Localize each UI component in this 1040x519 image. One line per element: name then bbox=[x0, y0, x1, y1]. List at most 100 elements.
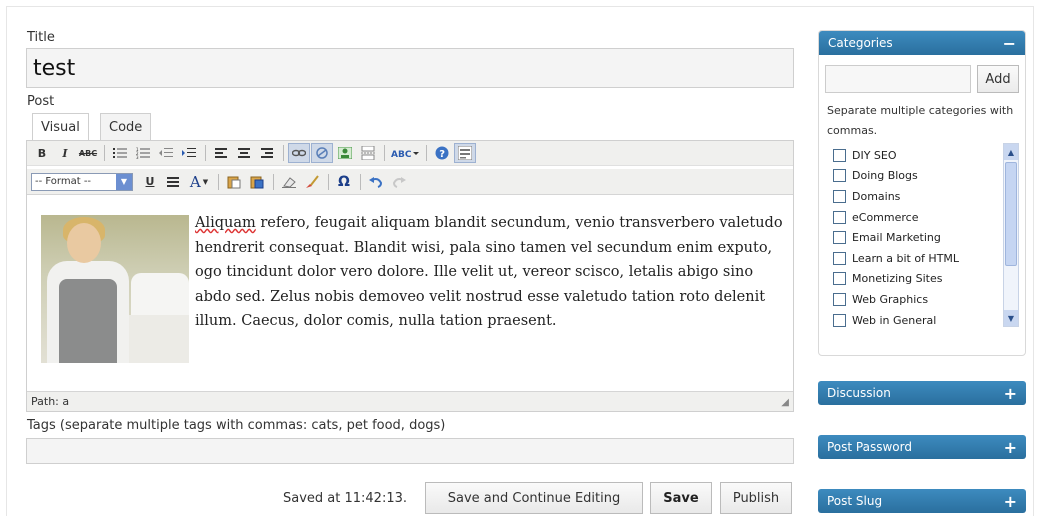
editor-path-bar: Path: a ◢ bbox=[27, 391, 793, 411]
brush-icon[interactable] bbox=[301, 172, 323, 192]
category-item[interactable]: DIY SEO bbox=[833, 145, 1021, 166]
checkbox[interactable] bbox=[833, 189, 846, 203]
post-slug-title: Post Slug bbox=[827, 494, 883, 508]
checkbox[interactable] bbox=[833, 313, 846, 327]
numbered-list-icon[interactable]: 123 bbox=[132, 143, 154, 163]
strikethrough-button[interactable]: ABC bbox=[77, 143, 99, 163]
help-icon[interactable]: ? bbox=[431, 143, 453, 163]
image-detail bbox=[121, 315, 189, 363]
save-button[interactable]: Save bbox=[650, 482, 712, 514]
align-left-icon[interactable] bbox=[210, 143, 232, 163]
checkbox[interactable] bbox=[833, 210, 846, 224]
checkbox[interactable] bbox=[833, 148, 846, 162]
category-label: DIY SEO bbox=[852, 148, 897, 162]
toolbar-separator bbox=[360, 173, 361, 190]
format-select[interactable]: -- Format -- ▼ bbox=[31, 172, 133, 191]
toolbar-separator bbox=[328, 173, 329, 190]
category-item[interactable]: eCommerce bbox=[833, 207, 1021, 228]
redo-icon[interactable] bbox=[388, 172, 410, 192]
insert-more-icon[interactable] bbox=[357, 143, 379, 163]
outdent-icon[interactable] bbox=[155, 143, 177, 163]
scroll-down-icon[interactable]: ▼ bbox=[1004, 310, 1018, 326]
svg-text:3: 3 bbox=[136, 155, 139, 159]
underline-button[interactable]: U bbox=[139, 172, 161, 192]
category-item[interactable]: Email Marketing bbox=[833, 227, 1021, 248]
discussion-header[interactable]: Discussion + bbox=[818, 381, 1026, 405]
post-password-box: Post Password + bbox=[818, 435, 1026, 461]
post-slug-box: Post Slug + bbox=[818, 489, 1026, 515]
italic-button[interactable]: I bbox=[54, 143, 76, 163]
tab-visual[interactable]: Visual bbox=[32, 113, 89, 141]
expand-icon[interactable]: + bbox=[1004, 438, 1017, 457]
title-label: Title bbox=[27, 30, 55, 45]
checkbox[interactable] bbox=[833, 251, 846, 265]
editor-toolbar-row-2: -- Format -- ▼ U A ▼ Ω bbox=[27, 169, 793, 195]
paste-text-icon[interactable] bbox=[223, 172, 245, 192]
category-label: Domains bbox=[852, 189, 901, 203]
publish-button[interactable]: Publish bbox=[720, 482, 792, 514]
toolbar-separator bbox=[283, 145, 284, 161]
spellcheck-icon[interactable]: ABC bbox=[389, 143, 421, 163]
save-continue-button[interactable]: Save and Continue Editing bbox=[425, 482, 643, 514]
category-scrollbar[interactable]: ▲ ▼ bbox=[1003, 143, 1019, 327]
post-password-header[interactable]: Post Password + bbox=[818, 435, 1026, 459]
toolbar-separator bbox=[273, 173, 274, 190]
align-center-icon[interactable] bbox=[233, 143, 255, 163]
text-color-letter: A bbox=[189, 172, 201, 191]
svg-text:ABC: ABC bbox=[391, 150, 412, 159]
editor-content-area[interactable]: Aliquam refero, feugait aliquam blandit … bbox=[27, 199, 793, 391]
categories-title: Categories bbox=[828, 36, 893, 50]
post-slug-header[interactable]: Post Slug + bbox=[818, 489, 1026, 513]
expand-icon[interactable]: + bbox=[1004, 492, 1017, 511]
scroll-up-icon[interactable]: ▲ bbox=[1004, 144, 1018, 160]
kitchen-sink-icon[interactable] bbox=[454, 143, 476, 163]
category-label: Web in General bbox=[852, 313, 937, 327]
resize-handle-icon[interactable]: ◢ bbox=[781, 397, 789, 408]
collapse-icon[interactable]: − bbox=[1003, 34, 1016, 53]
category-item[interactable]: Learn a bit of HTML bbox=[833, 248, 1021, 269]
eraser-icon[interactable] bbox=[278, 172, 300, 192]
scroll-thumb[interactable] bbox=[1005, 162, 1017, 266]
indent-icon[interactable] bbox=[178, 143, 200, 163]
checkbox[interactable] bbox=[833, 169, 846, 183]
category-item[interactable]: Web Graphics bbox=[833, 289, 1021, 310]
category-label: Monetizing Sites bbox=[852, 272, 943, 286]
discussion-box: Discussion + bbox=[818, 381, 1026, 407]
category-item[interactable]: Web in General bbox=[833, 310, 1021, 327]
chevron-down-icon: ▼ bbox=[116, 173, 132, 190]
add-category-button[interactable]: Add bbox=[977, 65, 1019, 93]
link-icon[interactable] bbox=[288, 143, 310, 163]
align-right-icon[interactable] bbox=[256, 143, 278, 163]
checkbox[interactable] bbox=[833, 231, 846, 245]
category-label: eCommerce bbox=[852, 210, 919, 224]
justify-icon[interactable] bbox=[162, 172, 184, 192]
unlink-icon[interactable] bbox=[311, 143, 333, 163]
tab-code[interactable]: Code bbox=[100, 113, 152, 141]
misspelled-word: Aliquam bbox=[195, 215, 256, 231]
title-input[interactable]: test bbox=[26, 48, 794, 88]
toolbar-separator bbox=[218, 173, 219, 190]
checkbox[interactable] bbox=[833, 272, 846, 286]
category-item[interactable]: Doing Blogs bbox=[833, 166, 1021, 187]
paste-word-icon[interactable] bbox=[246, 172, 268, 192]
categories-box: Categories − Add Separate multiple categ… bbox=[818, 30, 1026, 356]
category-item[interactable]: Monetizing Sites bbox=[833, 269, 1021, 290]
checkbox[interactable] bbox=[833, 292, 846, 306]
expand-icon[interactable]: + bbox=[1004, 384, 1017, 403]
categories-header[interactable]: Categories − bbox=[819, 31, 1025, 55]
text-color-button[interactable]: A ▼ bbox=[185, 172, 213, 192]
toolbar-separator bbox=[384, 145, 385, 161]
undo-icon[interactable] bbox=[365, 172, 387, 192]
category-label: Web Graphics bbox=[852, 292, 929, 306]
category-item[interactable]: Domains bbox=[833, 186, 1021, 207]
bold-button[interactable]: B bbox=[31, 143, 53, 163]
category-list: DIY SEO Doing Blogs Domains eCommerce Em… bbox=[833, 145, 1021, 327]
new-category-input[interactable] bbox=[825, 65, 971, 93]
bullet-list-icon[interactable] bbox=[109, 143, 131, 163]
tags-input[interactable] bbox=[26, 438, 794, 464]
special-character-button[interactable]: Ω bbox=[333, 172, 355, 192]
insert-image-icon[interactable] bbox=[334, 143, 356, 163]
post-image[interactable] bbox=[41, 215, 189, 363]
category-label: Email Marketing bbox=[852, 231, 941, 245]
post-editor: B I ABC 123 ABC ? -- Format -- ▼ U A ▼ Ω… bbox=[26, 140, 794, 412]
